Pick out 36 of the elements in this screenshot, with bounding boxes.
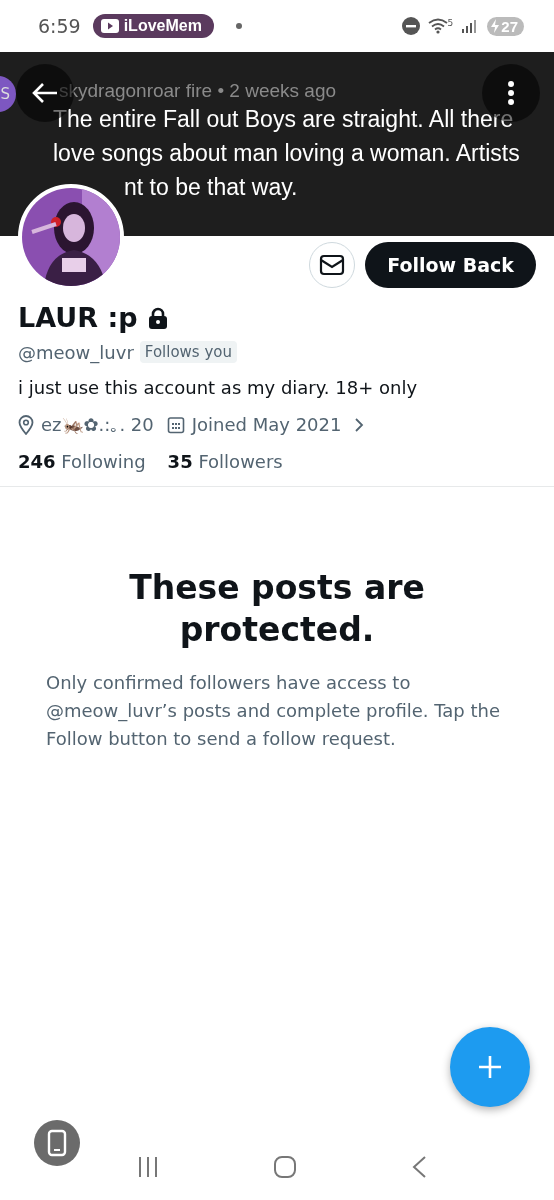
battery-indicator: 27: [487, 16, 524, 36]
protected-title: These posts are protected.: [128, 567, 426, 651]
bio-text: i just use this account as my diary. 18+ only: [18, 377, 419, 398]
display-name: LAUR :p: [18, 302, 138, 333]
phone-icon: [47, 1129, 67, 1157]
followers-link[interactable]: 35 Followers: [167, 451, 283, 472]
back-icon[interactable]: [411, 1155, 427, 1179]
back-arrow-icon: [31, 82, 59, 104]
follow-back-button[interactable]: Follow Back: [365, 242, 536, 288]
recent-apps-icon[interactable]: [137, 1156, 159, 1178]
clock: 6:59: [38, 15, 81, 37]
notification-dot: [235, 23, 242, 29]
comment-text: nt to be that way.: [123, 173, 299, 202]
username: @meow_luvr: [18, 341, 134, 363]
rotate-screen-button[interactable]: [34, 1120, 80, 1166]
wifi-icon: [427, 18, 448, 34]
comment-meta: skydragonroar fire • 2 weeks ago: [59, 80, 336, 102]
compose-button[interactable]: [450, 1027, 530, 1107]
do-not-disturb-icon: [401, 17, 420, 35]
home-icon[interactable]: [273, 1155, 297, 1179]
follows-you-label: Follows you: [139, 341, 237, 363]
message-button[interactable]: [309, 242, 356, 288]
comment-avatar: S: [0, 76, 16, 112]
chevron-right-icon[interactable]: [354, 416, 365, 433]
plus-icon: [477, 1054, 503, 1080]
play-icon: [100, 19, 119, 33]
calendar-icon: [166, 415, 185, 434]
more-icon: [507, 80, 515, 106]
following-link[interactable]: 246 Following: [18, 451, 146, 472]
protected-message: Only confirmed followers have access to @meow_luvr’s posts and complete profile. Tap the Follow button to send a follow request.: [46, 671, 502, 751]
location-pin-icon: [18, 414, 34, 435]
notification-pill[interactable]: iLoveMem: [92, 14, 214, 38]
joined-date: Joined May 2021: [191, 414, 342, 435]
envelope-icon: [319, 254, 346, 276]
wifi-label: 5: [447, 18, 454, 28]
location-text: ez🦗✿.:｡. 20: [41, 414, 154, 435]
